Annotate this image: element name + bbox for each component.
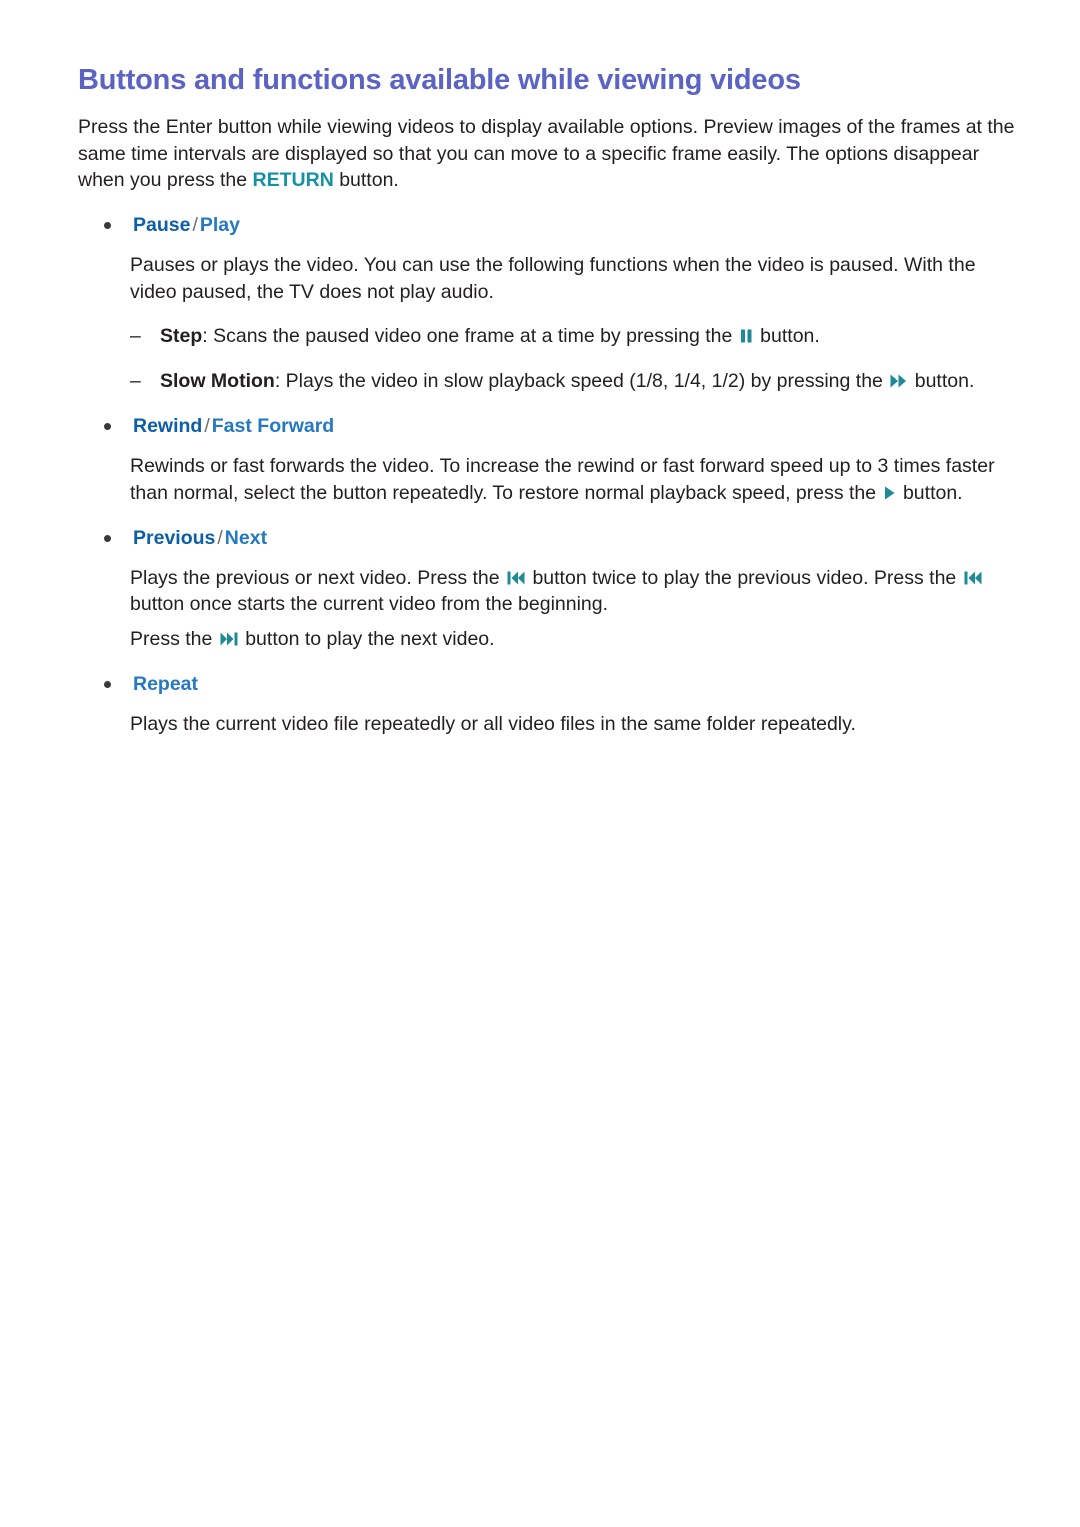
body-rewind-text-after: button. — [897, 481, 963, 504]
bullet-heading-text: Rewind / Fast Forward — [133, 413, 334, 439]
page-title: Buttons and functions available while vi… — [78, 64, 801, 96]
heading-primary-previous: Previous — [133, 526, 216, 549]
section-heading-pause-play: Pause / Play — [78, 212, 1022, 238]
fast-forward-icon — [890, 374, 907, 388]
heading-separator: / — [192, 214, 198, 237]
body-previous-text-b: button twice to play the previous video.… — [527, 566, 962, 589]
sub-item-slow-motion: – Slow Motion: Plays the video in slow p… — [130, 368, 1022, 394]
sub-item-slow-motion-text-before: : Plays the video in slow playback speed… — [274, 369, 889, 392]
intro-text-part1: Press the Enter button while viewing vid… — [78, 116, 1015, 192]
sub-item-slow-motion-text: Slow Motion: Plays the video in slow pla… — [160, 368, 974, 394]
return-keyword: RETURN — [252, 169, 334, 192]
bullet-heading-text: Previous / Next — [133, 525, 267, 551]
skip-back-icon — [507, 571, 525, 585]
body-rewind-text-before: Rewinds or fast forwards the video. To i… — [130, 455, 995, 504]
dash-marker: – — [130, 369, 141, 392]
heading-primary-rewind: Rewind — [133, 415, 203, 438]
section-heading-previous-next: Previous / Next — [78, 525, 1022, 551]
heading-separator: / — [204, 415, 210, 438]
sub-item-slow-motion-text-after: button. — [909, 369, 975, 392]
heading-separator: / — [217, 526, 223, 549]
body-previous-next-1: Plays the previous or next video. Press … — [130, 565, 1022, 618]
heading-secondary-next: Next — [224, 526, 268, 549]
sub-item-step: – Step: Scans the paused video one frame… — [130, 323, 1022, 349]
body-repeat: Plays the current video file repeatedly … — [130, 713, 856, 736]
page-content: Buttons and functions available while vi… — [78, 62, 1022, 738]
body-previous-text-c: button once starts the current video fro… — [130, 593, 609, 616]
body-next-text-b: button to play the next video. — [239, 627, 495, 650]
sub-item-step-text-before: : Scans the paused video one frame at a … — [202, 325, 738, 348]
body-pause-play: Pauses or plays the video. You can use t… — [130, 254, 976, 303]
dash-marker: – — [130, 325, 141, 348]
body-previous-next-2: Press the button to play the next video. — [130, 626, 1022, 652]
sub-item-step-text: Step: Scans the paused video one frame a… — [160, 323, 820, 349]
bullet-dot-icon — [104, 681, 111, 689]
sub-item-step-text-after: button. — [754, 325, 820, 348]
section-heading-repeat: Repeat — [78, 671, 1022, 697]
bullet-heading-text: Pause / Play — [133, 212, 240, 238]
body-next-text-a: Press the — [130, 627, 218, 650]
play-icon — [884, 486, 896, 500]
bullet-heading-text: Repeat — [133, 671, 198, 697]
section-heading-rewind-fast-forward: Rewind / Fast Forward — [78, 413, 1022, 439]
heading-primary-pause: Pause — [133, 214, 191, 237]
pause-icon — [740, 329, 753, 343]
bullet-dot-icon — [104, 534, 111, 542]
skip-forward-icon — [220, 632, 238, 646]
heading-primary-repeat: Repeat — [133, 673, 199, 696]
sub-item-step-label: Step — [160, 325, 203, 348]
heading-secondary-play: Play — [199, 214, 240, 237]
sub-item-slow-motion-label: Slow Motion — [160, 369, 275, 392]
intro-text-part2: button. — [333, 169, 399, 192]
document-page: Buttons and functions available while vi… — [0, 0, 1080, 1527]
heading-secondary-fast-forward: Fast Forward — [211, 415, 335, 438]
body-previous-text-a: Plays the previous or next video. Press … — [130, 566, 506, 589]
bullet-dot-icon — [104, 423, 111, 431]
intro-paragraph: Press the Enter button while viewing vid… — [78, 114, 1022, 193]
skip-back-icon — [964, 571, 982, 585]
bullet-dot-icon — [104, 222, 111, 230]
body-rewind-fast-forward: Rewinds or fast forwards the video. To i… — [130, 453, 1022, 506]
